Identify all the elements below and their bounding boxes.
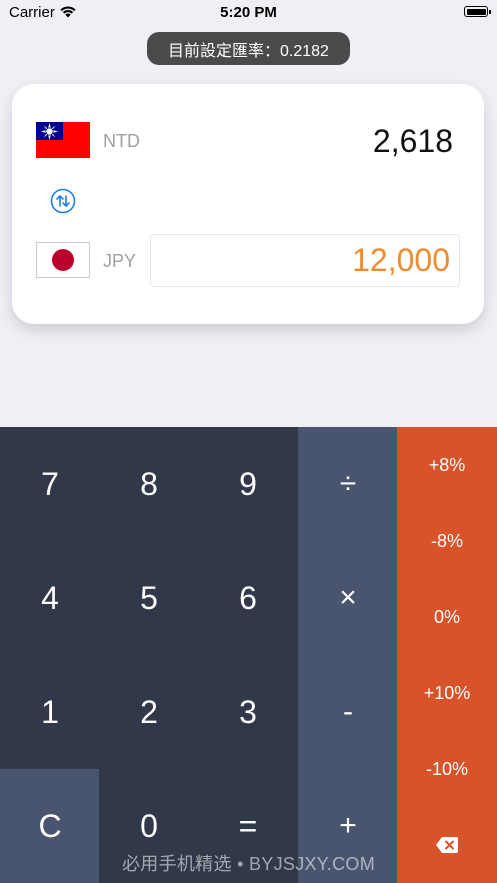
currency-code-jpy: JPY	[103, 251, 137, 271]
key-4[interactable]: 4	[0, 541, 100, 655]
taiwan-flag-icon	[36, 122, 90, 158]
key-3[interactable]: 3	[198, 655, 298, 769]
plus-10-percent-button[interactable]: +10%	[397, 655, 497, 731]
clock: 5:20 PM	[220, 4, 277, 21]
minus-8-percent-button[interactable]: -8%	[397, 503, 497, 579]
zero-percent-button[interactable]: 0%	[397, 579, 497, 655]
exchange-rate-banner: 目前設定匯率：0.2182	[147, 32, 350, 65]
status-bar: Carrier 5:20 PM	[0, 0, 497, 26]
japan-flag-icon	[36, 242, 90, 278]
minus-button[interactable]: -	[298, 655, 398, 769]
key-6[interactable]: 6	[198, 541, 298, 655]
minus-10-percent-button[interactable]: -10%	[397, 731, 497, 807]
key-7[interactable]: 7	[0, 427, 100, 541]
currency-code-ntd: NTD	[103, 131, 140, 151]
amount-input[interactable]: 12,000	[150, 234, 460, 287]
watermark: 必用手机精选 • BYJSJXY.COM	[121, 854, 375, 874]
divide-button[interactable]: ÷	[298, 427, 398, 541]
battery-icon	[464, 6, 491, 17]
keypad: 7 8 9 ÷ 4 5 6 × 1 2 3 - C 0 = + +8% -8% …	[0, 427, 497, 883]
swap-arrows-icon[interactable]	[50, 188, 76, 214]
key-9[interactable]: 9	[198, 427, 298, 541]
plus-8-percent-button[interactable]: +8%	[397, 427, 497, 503]
multiply-button[interactable]: ×	[298, 541, 398, 655]
key-8[interactable]: 8	[99, 427, 199, 541]
key-5[interactable]: 5	[99, 541, 199, 655]
converted-amount: 2,618	[372, 123, 453, 159]
key-2[interactable]: 2	[99, 655, 199, 769]
key-1[interactable]: 1	[0, 655, 100, 769]
converter-card: NTD 2,618 JPY 12,000	[12, 84, 484, 324]
